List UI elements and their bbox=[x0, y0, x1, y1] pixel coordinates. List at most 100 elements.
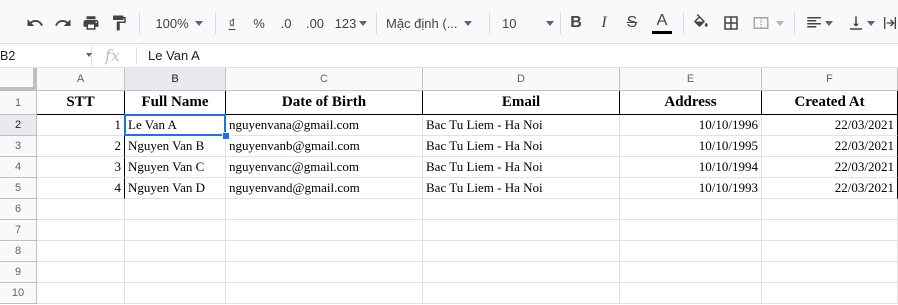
empty-cell[interactable] bbox=[423, 241, 620, 262]
header-cell[interactable]: Date of Birth bbox=[226, 91, 423, 115]
row-header-7[interactable]: 7 bbox=[0, 220, 37, 241]
header-cell[interactable]: Email bbox=[423, 91, 620, 115]
borders-icon[interactable] bbox=[720, 10, 742, 36]
undo-icon[interactable] bbox=[24, 10, 46, 36]
table-cell[interactable]: 22/03/2021 bbox=[762, 115, 898, 136]
table-cell[interactable]: 2 bbox=[37, 136, 125, 157]
empty-cell[interactable] bbox=[762, 241, 898, 262]
table-cell[interactable]: 4 bbox=[37, 178, 125, 199]
empty-cell[interactable] bbox=[620, 220, 762, 241]
fill-color-icon[interactable] bbox=[690, 10, 712, 36]
empty-cell[interactable] bbox=[125, 241, 226, 262]
column-header-a[interactable]: A bbox=[37, 68, 125, 91]
percent-format-button[interactable]: % bbox=[250, 10, 268, 36]
empty-cell[interactable] bbox=[37, 199, 125, 220]
column-header-e[interactable]: E bbox=[620, 68, 762, 91]
table-cell[interactable]: Bac Tu Liem - Ha Noi bbox=[423, 178, 620, 199]
table-cell[interactable]: 10/10/1994 bbox=[620, 157, 762, 178]
redo-icon[interactable] bbox=[52, 10, 74, 36]
empty-cell[interactable] bbox=[423, 199, 620, 220]
empty-cell[interactable] bbox=[762, 262, 898, 283]
bold-button[interactable]: B bbox=[566, 10, 586, 36]
empty-cell[interactable] bbox=[37, 241, 125, 262]
row-header-6[interactable]: 6 bbox=[0, 199, 37, 220]
table-cell[interactable]: 10/10/1993 bbox=[620, 178, 762, 199]
strikethrough-button[interactable]: S bbox=[622, 10, 642, 36]
column-header-d[interactable]: D bbox=[423, 68, 620, 91]
decrease-decimal-button[interactable]: .0 bbox=[275, 10, 297, 36]
row-header-3[interactable]: 3 bbox=[0, 136, 37, 157]
column-header-c[interactable]: C bbox=[226, 68, 423, 91]
fill-handle[interactable] bbox=[222, 132, 230, 140]
empty-cell[interactable] bbox=[37, 220, 125, 241]
print-icon[interactable] bbox=[80, 10, 102, 36]
column-header-b[interactable]: B bbox=[125, 68, 226, 91]
header-cell[interactable]: Full Name bbox=[125, 91, 226, 115]
table-cell[interactable]: Nguyen Van D bbox=[125, 178, 226, 199]
table-cell[interactable]: 22/03/2021 bbox=[762, 136, 898, 157]
row-header-4[interactable]: 4 bbox=[0, 157, 37, 178]
empty-cell[interactable] bbox=[762, 199, 898, 220]
table-cell[interactable]: 22/03/2021 bbox=[762, 178, 898, 199]
currency-format-button[interactable]: ₫ bbox=[223, 10, 241, 36]
empty-cell[interactable] bbox=[620, 199, 762, 220]
row-header-8[interactable]: 8 bbox=[0, 241, 37, 262]
row-header-1[interactable]: 1 bbox=[0, 91, 37, 115]
more-formats-select[interactable]: 123 bbox=[332, 10, 370, 36]
table-cell[interactable]: nguyenvand@gmail.com bbox=[226, 178, 423, 199]
empty-cell[interactable] bbox=[762, 220, 898, 241]
font-size-select[interactable]: 10 bbox=[498, 10, 554, 36]
table-cell[interactable]: Bac Tu Liem - Ha Noi bbox=[423, 157, 620, 178]
empty-cell[interactable] bbox=[620, 262, 762, 283]
empty-cell[interactable] bbox=[37, 262, 125, 283]
row-header-5[interactable]: 5 bbox=[0, 178, 37, 199]
empty-cell[interactable] bbox=[423, 283, 620, 304]
table-cell[interactable]: 10/10/1995 bbox=[620, 136, 762, 157]
empty-cell[interactable] bbox=[226, 199, 423, 220]
table-cell[interactable]: Bac Tu Liem - Ha Noi bbox=[423, 115, 620, 136]
text-color-button[interactable]: A bbox=[650, 10, 674, 36]
font-select[interactable]: Mặc định (... bbox=[386, 10, 480, 36]
empty-cell[interactable] bbox=[125, 262, 226, 283]
table-cell[interactable]: Nguyen Van B bbox=[125, 136, 226, 157]
merge-cells-icon[interactable] bbox=[750, 10, 786, 36]
table-cell[interactable]: nguyenvanc@gmail.com bbox=[226, 157, 423, 178]
vertical-align-icon[interactable] bbox=[844, 10, 878, 36]
table-cell[interactable]: Nguyen Van C bbox=[125, 157, 226, 178]
empty-cell[interactable] bbox=[125, 283, 226, 304]
header-cell[interactable]: Created At bbox=[762, 91, 898, 115]
empty-cell[interactable] bbox=[226, 241, 423, 262]
table-cell[interactable]: 3 bbox=[37, 157, 125, 178]
name-box[interactable]: B2 bbox=[0, 44, 92, 67]
formula-input[interactable]: Le Van A bbox=[148, 48, 200, 63]
column-header-f[interactable]: F bbox=[762, 68, 898, 91]
table-cell[interactable]: nguyenvanb@gmail.com bbox=[226, 136, 423, 157]
row-header-10[interactable]: 10 bbox=[0, 283, 37, 304]
empty-cell[interactable] bbox=[620, 241, 762, 262]
empty-cell[interactable] bbox=[762, 283, 898, 304]
italic-button[interactable]: I bbox=[594, 10, 614, 36]
zoom-select[interactable]: 100% bbox=[150, 10, 208, 36]
empty-cell[interactable] bbox=[226, 283, 423, 304]
row-header-2[interactable]: 2 bbox=[0, 115, 37, 136]
table-cell[interactable]: nguyenvana@gmail.com bbox=[226, 115, 423, 136]
row-header-9[interactable]: 9 bbox=[0, 262, 37, 283]
table-cell[interactable]: Bac Tu Liem - Ha Noi bbox=[423, 136, 620, 157]
empty-cell[interactable] bbox=[125, 220, 226, 241]
empty-cell[interactable] bbox=[125, 199, 226, 220]
empty-cell[interactable] bbox=[37, 283, 125, 304]
table-cell[interactable]: 10/10/1996 bbox=[620, 115, 762, 136]
header-cell[interactable]: STT bbox=[37, 91, 125, 115]
empty-cell[interactable] bbox=[423, 220, 620, 241]
empty-cell[interactable] bbox=[620, 283, 762, 304]
select-all-corner[interactable] bbox=[0, 68, 37, 91]
increase-decimal-button[interactable]: .00 bbox=[302, 10, 328, 36]
table-cell[interactable]: Le Van A bbox=[125, 115, 226, 136]
horizontal-align-icon[interactable] bbox=[802, 10, 836, 36]
header-cell[interactable]: Address bbox=[620, 91, 762, 115]
table-cell[interactable]: 22/03/2021 bbox=[762, 157, 898, 178]
empty-cell[interactable] bbox=[226, 220, 423, 241]
empty-cell[interactable] bbox=[423, 262, 620, 283]
table-cell[interactable]: 1 bbox=[37, 115, 125, 136]
paint-format-icon[interactable] bbox=[108, 10, 130, 36]
